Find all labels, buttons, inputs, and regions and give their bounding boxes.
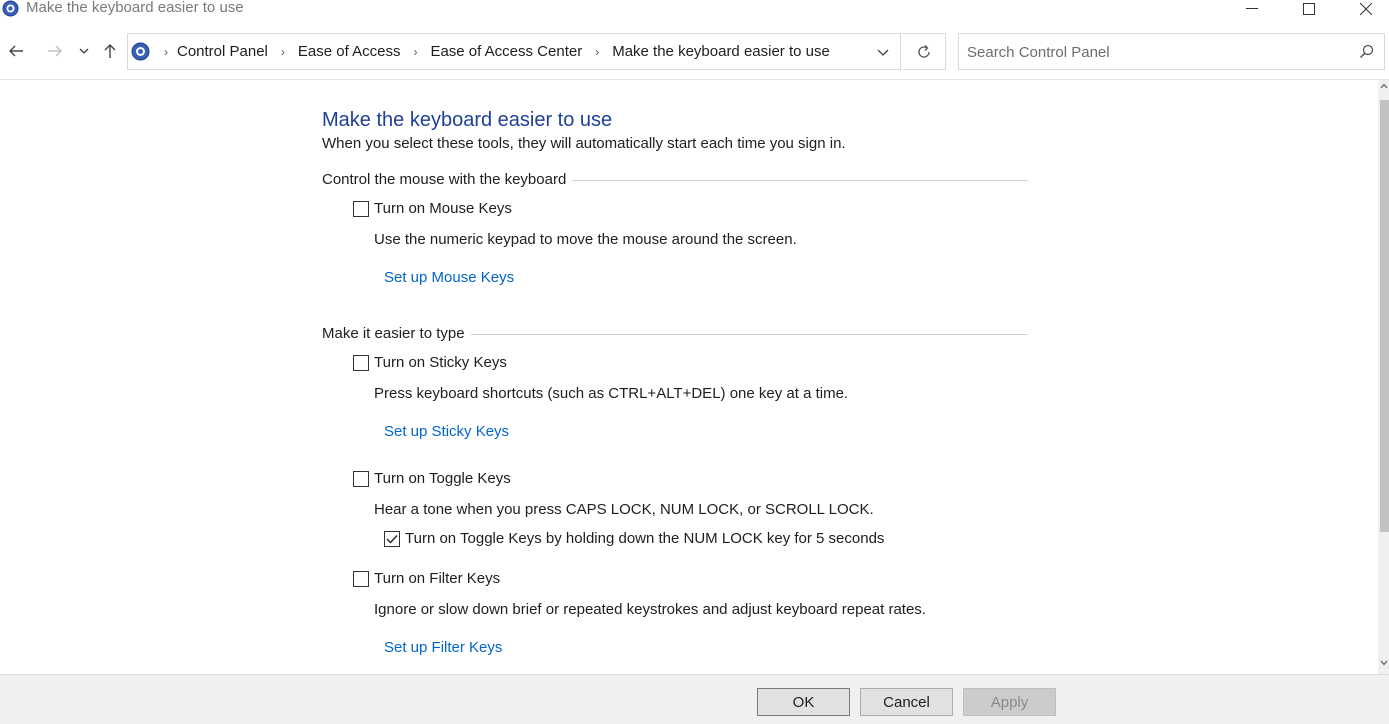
search-box[interactable] xyxy=(958,33,1385,70)
sticky-keys-description: Press keyboard shortcuts (such as CTRL+A… xyxy=(374,385,849,402)
refresh-button[interactable] xyxy=(903,33,946,70)
close-button[interactable] xyxy=(1343,0,1389,18)
page-title: Make the keyboard easier to use xyxy=(322,109,613,131)
mouse-keys-description: Use the numeric keypad to move the mouse… xyxy=(374,231,797,248)
filter-keys-option[interactable]: Turn on Filter Keys xyxy=(353,570,500,587)
dialog-button-bar: OK Cancel Apply xyxy=(0,674,1389,724)
scroll-down-icon[interactable] xyxy=(1380,660,1388,666)
filter-keys-checkbox[interactable] xyxy=(353,570,369,587)
breadcrumb-control-panel[interactable]: Control Panel xyxy=(174,43,271,60)
arrow-left-icon xyxy=(9,45,23,57)
page-description: When you select these tools, they will a… xyxy=(322,135,846,152)
apply-button[interactable]: Apply xyxy=(963,688,1056,716)
navigation-bar: › Control Panel › Ease of Access › Ease … xyxy=(0,27,1389,73)
filter-keys-label[interactable]: Turn on Filter Keys xyxy=(374,570,500,587)
arrow-up-icon xyxy=(104,44,116,58)
toggle-keys-label[interactable]: Turn on Toggle Keys xyxy=(374,470,511,487)
maximize-button[interactable] xyxy=(1286,0,1332,18)
ok-button[interactable]: OK xyxy=(757,688,850,716)
chevron-right-icon[interactable]: › xyxy=(403,45,427,59)
chevron-down-icon xyxy=(79,48,89,54)
setup-filter-keys-link[interactable]: Set up Filter Keys xyxy=(384,639,502,656)
filter-keys-description: Ignore or slow down brief or repeated ke… xyxy=(374,601,926,618)
setup-mouse-keys-link[interactable]: Set up Mouse Keys xyxy=(384,269,514,286)
scrollbar-thumb[interactable] xyxy=(1380,100,1389,532)
chevron-right-icon[interactable]: › xyxy=(158,45,174,59)
chevron-right-icon[interactable]: › xyxy=(585,45,609,59)
sticky-keys-checkbox[interactable] xyxy=(353,354,369,371)
vertical-scrollbar[interactable] xyxy=(1378,80,1389,674)
mouse-keys-checkbox[interactable] xyxy=(353,200,369,217)
main-content: Make the keyboard easier to use When you… xyxy=(322,107,1032,154)
address-bar[interactable]: › Control Panel › Ease of Access › Ease … xyxy=(127,33,901,70)
mouse-keys-label[interactable]: Turn on Mouse Keys xyxy=(374,200,512,217)
toggle-keys-description: Hear a tone when you press CAPS LOCK, NU… xyxy=(374,501,874,518)
chevron-down-icon xyxy=(877,49,889,56)
section-divider xyxy=(470,333,1028,335)
refresh-icon xyxy=(918,44,930,58)
control-panel-icon xyxy=(131,42,150,61)
breadcrumb-current-page[interactable]: Make the keyboard easier to use xyxy=(609,43,833,60)
sticky-keys-label[interactable]: Turn on Sticky Keys xyxy=(374,354,507,371)
chevron-right-icon[interactable]: › xyxy=(271,45,295,59)
minimize-icon xyxy=(1246,8,1258,9)
toggle-keys-checkbox[interactable] xyxy=(353,470,369,487)
minimize-button[interactable] xyxy=(1229,0,1275,18)
window-title: Make the keyboard easier to use xyxy=(26,0,244,16)
close-icon xyxy=(1360,3,1372,15)
breadcrumb-ease-of-access-center[interactable]: Ease of Access Center xyxy=(427,43,585,60)
search-input[interactable] xyxy=(967,41,1347,63)
title-bar: Make the keyboard easier to use xyxy=(0,0,1389,18)
search-icon[interactable] xyxy=(1359,44,1374,59)
checkmark-icon xyxy=(386,534,398,544)
section-divider xyxy=(572,179,1028,181)
sticky-keys-option[interactable]: Turn on Sticky Keys xyxy=(353,354,507,371)
toggle-keys-numlock-option[interactable]: Turn on Toggle Keys by holding down the … xyxy=(384,530,884,547)
cancel-button[interactable]: Cancel xyxy=(860,688,953,716)
control-panel-icon xyxy=(2,0,19,17)
arrow-right-icon xyxy=(48,45,62,57)
nav-divider xyxy=(0,79,1389,80)
up-button[interactable] xyxy=(99,40,121,62)
toggle-keys-numlock-checkbox[interactable] xyxy=(384,530,400,547)
address-dropdown-button[interactable] xyxy=(873,44,893,60)
back-button[interactable] xyxy=(5,40,27,62)
section-title: Make it easier to type xyxy=(322,325,465,342)
breadcrumb: › Control Panel › Ease of Access › Ease … xyxy=(158,34,833,69)
section-header-typing: Make it easier to type xyxy=(322,325,1028,342)
section-title: Control the mouse with the keyboard xyxy=(322,171,567,188)
mouse-keys-option[interactable]: Turn on Mouse Keys xyxy=(353,200,512,217)
maximize-icon xyxy=(1303,3,1315,15)
breadcrumb-ease-of-access[interactable]: Ease of Access xyxy=(295,43,404,60)
toggle-keys-numlock-label[interactable]: Turn on Toggle Keys by holding down the … xyxy=(405,530,884,547)
forward-button[interactable] xyxy=(44,40,66,62)
recent-locations-button[interactable] xyxy=(75,40,93,62)
toggle-keys-option[interactable]: Turn on Toggle Keys xyxy=(353,470,511,487)
scroll-up-icon[interactable] xyxy=(1380,83,1388,89)
setup-sticky-keys-link[interactable]: Set up Sticky Keys xyxy=(384,423,509,440)
section-header-mouse: Control the mouse with the keyboard xyxy=(322,171,1028,188)
